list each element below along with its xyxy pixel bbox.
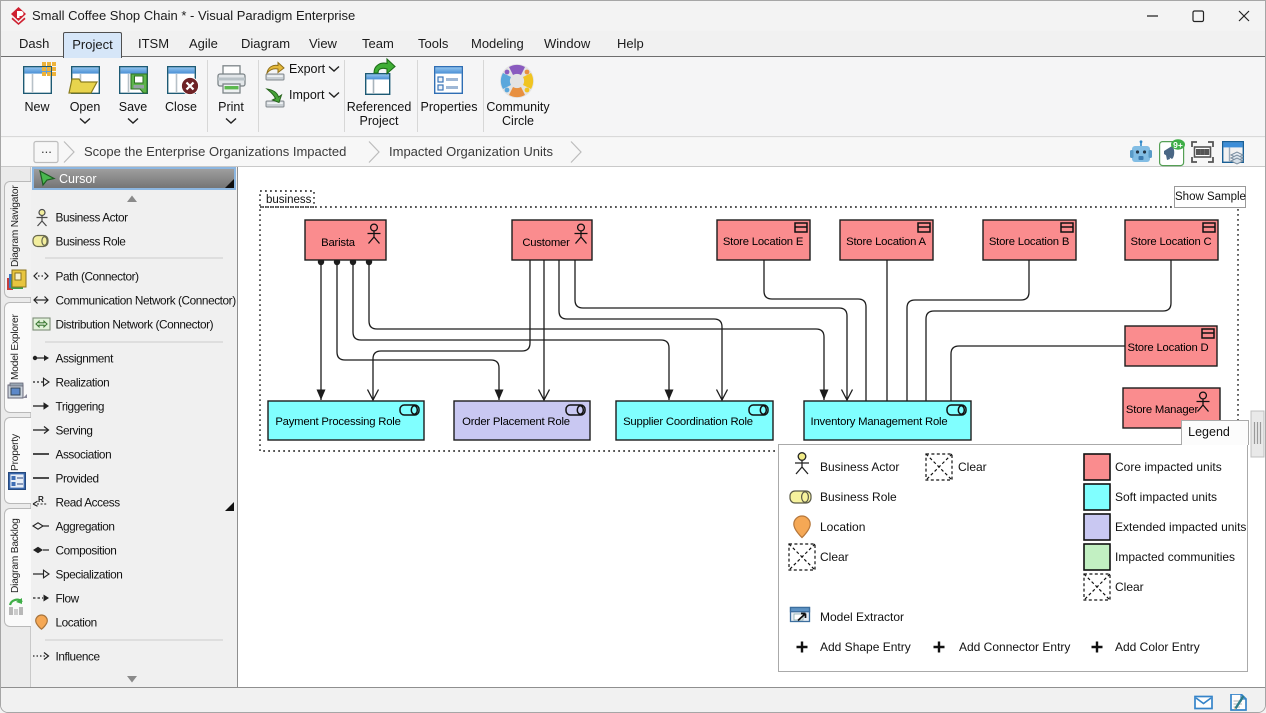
- svg-text:Business Actor: Business Actor: [820, 460, 899, 474]
- svg-text:Aggregation: Aggregation: [56, 520, 115, 534]
- svg-text:Store Location E: Store Location E: [723, 236, 804, 248]
- svg-text:Flow: Flow: [56, 592, 80, 606]
- svg-text:Path (Connector): Path (Connector): [56, 270, 140, 284]
- svg-text:Distribution Network (Connecto: Distribution Network (Connector): [56, 318, 214, 332]
- svg-text:Payment Processing Role: Payment Processing Role: [275, 416, 400, 428]
- svg-text:Composition: Composition: [56, 544, 117, 558]
- svg-text:Soft impacted units: Soft impacted units: [1115, 490, 1217, 504]
- svg-text:Serving: Serving: [56, 424, 93, 438]
- svg-text:R: R: [38, 495, 44, 504]
- svg-text:Add Color Entry: Add Color Entry: [1115, 640, 1200, 654]
- svg-text:Read Access: Read Access: [56, 496, 121, 510]
- svg-text:Triggering: Triggering: [56, 400, 104, 414]
- svg-text:business: business: [266, 194, 312, 206]
- svg-text:Clear: Clear: [958, 460, 987, 474]
- svg-text:Location: Location: [820, 520, 865, 534]
- svg-text:Store Location B: Store Location B: [989, 236, 1069, 248]
- svg-text:Store Location A: Store Location A: [846, 236, 926, 248]
- svg-text:Store Location D: Store Location D: [1128, 342, 1209, 354]
- svg-text:Influence: Influence: [56, 650, 101, 664]
- svg-text:Impacted communities: Impacted communities: [1115, 550, 1235, 564]
- svg-text:Business Role: Business Role: [56, 235, 127, 249]
- svg-text:Supplier Coordination Role: Supplier Coordination Role: [623, 416, 753, 428]
- svg-text:Specialization: Specialization: [56, 568, 123, 582]
- svg-text:Order Placement Role: Order Placement Role: [462, 416, 570, 428]
- svg-text:Store Manager: Store Manager: [1126, 404, 1199, 416]
- svg-text:Add Shape Entry: Add Shape Entry: [820, 640, 911, 654]
- svg-text:Business Actor: Business Actor: [56, 211, 129, 225]
- svg-text:Clear: Clear: [1115, 580, 1144, 594]
- svg-text:Customer: Customer: [522, 237, 570, 249]
- svg-text:Realization: Realization: [56, 376, 110, 390]
- svg-text:Business Role: Business Role: [820, 490, 897, 504]
- svg-text:Communication Network (Connect: Communication Network (Connector): [56, 294, 237, 308]
- svg-text:Association: Association: [56, 448, 112, 462]
- svg-text:Location: Location: [56, 616, 97, 630]
- svg-text:Extended impacted units: Extended impacted units: [1115, 520, 1246, 534]
- svg-text:Barista: Barista: [321, 237, 356, 249]
- svg-text:Add Connector Entry: Add Connector Entry: [959, 640, 1070, 654]
- svg-text:Assignment: Assignment: [56, 352, 115, 366]
- svg-text:Model Extractor: Model Extractor: [820, 610, 904, 624]
- svg-text:Clear: Clear: [820, 550, 849, 564]
- svg-text:Provided: Provided: [56, 472, 99, 486]
- svg-text:Inventory Management Role: Inventory Management Role: [811, 416, 948, 428]
- svg-text:9+: 9+: [1173, 140, 1183, 150]
- svg-text:Store Location C: Store Location C: [1131, 236, 1212, 248]
- svg-text:Core impacted units: Core impacted units: [1115, 460, 1222, 474]
